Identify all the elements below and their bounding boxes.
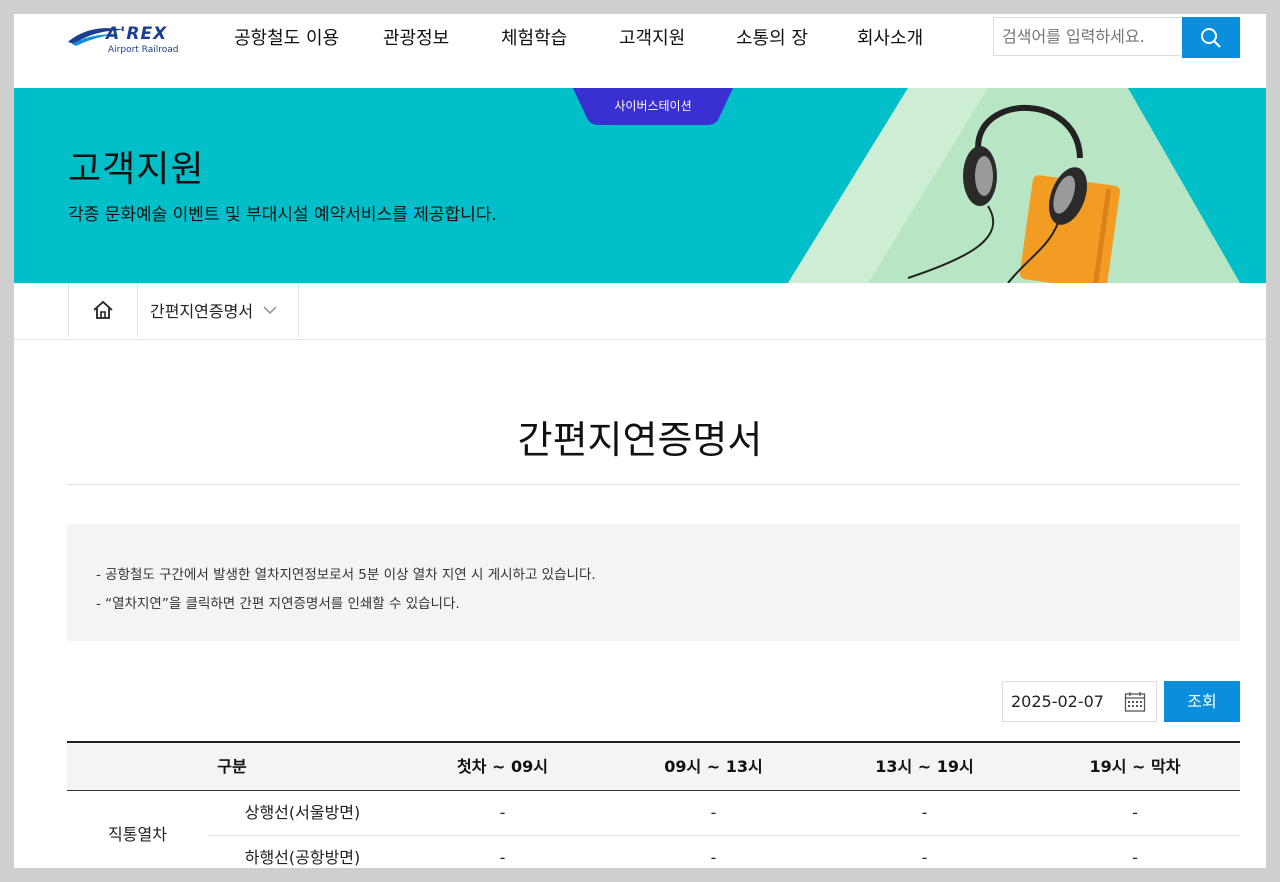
table-cell[interactable]: - [397, 791, 608, 835]
notice-line-2: - “열차지연”을 클릭하면 간편 지연증명서를 인쇄할 수 있습니다. [96, 596, 460, 612]
banner-title: 고객지원 [68, 149, 205, 190]
calendar-icon[interactable] [1124, 691, 1146, 713]
table-header: 구분 첫차 ~ 09시 09시 ~ 13시 13시 ~ 19시 19시 ~ 막차 [67, 741, 1240, 791]
table-cell[interactable]: - [608, 791, 819, 835]
search-button[interactable] [1182, 17, 1240, 58]
banner-subtitle: 각종 문화예술 이벤트 및 부대시설 예약서비스를 제공합니다. [68, 205, 497, 225]
notice-line-1: - 공항철도 구간에서 발생한 열차지연정보로서 5분 이상 열차 지연 시 게… [96, 567, 596, 583]
banner-illustration [788, 88, 1240, 283]
date-value: 2025-02-07 [1011, 692, 1104, 711]
page: A'REX Airport Railroad 공항철도 이용 관광정보 체험학습… [14, 14, 1266, 868]
table-header-cell: 13시 ~ 19시 [875, 757, 974, 776]
nav-item-tourism[interactable]: 관광정보 [383, 14, 501, 64]
notice-box: - 공항철도 구간에서 발생한 열차지연정보로서 5분 이상 열차 지연 시 게… [67, 524, 1240, 641]
logo-brand: A'REX [106, 24, 168, 44]
nav-item-support[interactable]: 고객지원 [619, 14, 736, 64]
arex-logo[interactable]: A'REX Airport Railroad [66, 20, 186, 60]
breadcrumb: 간편지연증명서 [14, 283, 1266, 340]
row-label: 상행선(서울방면) [244, 803, 361, 822]
breadcrumb-home-button[interactable] [68, 283, 138, 337]
logo-subtitle: Airport Railroad [108, 45, 179, 55]
table-cell[interactable]: - [397, 836, 608, 868]
table-cell[interactable]: - [1030, 791, 1240, 835]
cyber-station-badge[interactable]: 사이버스테이션 [573, 88, 733, 125]
site-header: A'REX Airport Railroad 공항철도 이용 관광정보 체험학습… [14, 14, 1266, 88]
table-cell[interactable]: - [819, 836, 1030, 868]
main-nav: 공항철도 이용 관광정보 체험학습 고객지원 소통의 장 회사소개 [214, 14, 957, 64]
screen: A'REX Airport Railroad 공항철도 이용 관광정보 체험학습… [0, 0, 1280, 882]
breadcrumb-current: 간편지연증명서 [150, 302, 254, 321]
search-icon [1201, 27, 1221, 48]
nav-item-airport-rail[interactable]: 공항철도 이용 [234, 14, 383, 64]
table-row: 하행선(공항방면) - - - - [67, 836, 1240, 868]
table-row: 상행선(서울방면) - - - - [67, 791, 1240, 836]
table-cell[interactable]: - [608, 836, 819, 868]
nav-item-company[interactable]: 회사소개 [857, 14, 957, 64]
hero-banner: 사이버스테이션 고객지원 각종 문화예술 이벤트 및 부대시설 예약서비스를 제… [14, 88, 1266, 283]
search-box [993, 17, 1240, 58]
table-header-cell: 09시 ~ 13시 [664, 757, 763, 776]
table-header-cell: 구분 [217, 757, 247, 776]
table-header-cell: 첫차 ~ 09시 [457, 757, 548, 776]
badge-label: 사이버스테이션 [614, 99, 692, 113]
row-label: 하행선(공항방면) [244, 848, 361, 867]
breadcrumb-dropdown[interactable]: 간편지연증명서 [137, 283, 299, 337]
table-cell[interactable]: - [1030, 836, 1240, 868]
table-cell[interactable]: - [819, 791, 1030, 835]
query-button[interactable]: 조회 [1164, 681, 1240, 722]
page-title: 간편지연증명서 [517, 418, 763, 462]
chevron-down-icon [263, 306, 277, 314]
date-picker[interactable]: 2025-02-07 [1002, 681, 1157, 722]
table-header-cell: 19시 ~ 막차 [1089, 757, 1181, 776]
nav-item-learning[interactable]: 체험학습 [501, 14, 619, 64]
home-icon [93, 300, 113, 319]
title-divider [67, 484, 1240, 485]
nav-item-community[interactable]: 소통의 장 [736, 14, 857, 64]
search-input[interactable] [993, 17, 1181, 56]
